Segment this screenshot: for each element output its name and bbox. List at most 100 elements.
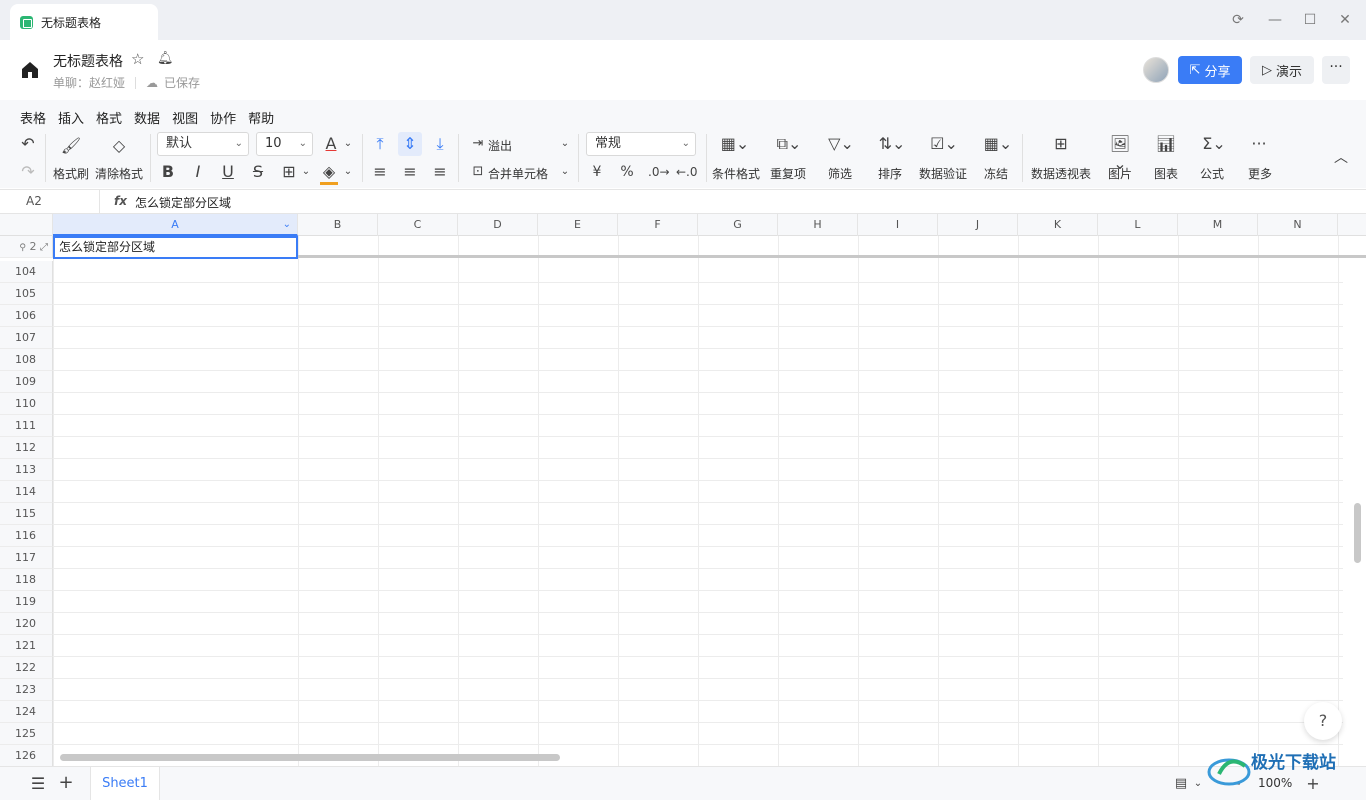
image-label[interactable]: 图片: [1100, 165, 1140, 182]
row-header[interactable]: 125: [0, 723, 53, 745]
row-header[interactable]: 118: [0, 569, 53, 591]
share-button[interactable]: ⇱ 分享: [1178, 56, 1242, 84]
align-right-icon[interactable]: ≡: [430, 162, 450, 182]
select-all-corner[interactable]: [0, 214, 53, 236]
sort-label[interactable]: 排序: [870, 165, 910, 182]
close-icon[interactable]: ✕: [1336, 11, 1354, 29]
document-title[interactable]: 无标题表格: [53, 51, 123, 71]
formula-label[interactable]: 公式: [1192, 165, 1232, 182]
currency-button[interactable]: ¥: [588, 162, 606, 182]
column-header[interactable]: F: [618, 214, 698, 236]
pin-icon[interactable]: ⚲: [19, 243, 26, 253]
merge-icon[interactable]: ⊡: [469, 162, 487, 182]
chat-label[interactable]: 单聊：赵红娅: [53, 74, 125, 91]
percent-button[interactable]: %: [618, 162, 636, 182]
row-header[interactable]: 120: [0, 613, 53, 635]
column-header[interactable]: N: [1258, 214, 1338, 236]
collapse-toolbar-icon[interactable]: ︿: [1332, 148, 1350, 168]
more-button[interactable]: ···: [1322, 56, 1350, 84]
italic-button[interactable]: I: [190, 162, 206, 182]
menu-table[interactable]: 表格: [20, 108, 46, 127]
align-middle-icon[interactable]: ⇕: [398, 132, 422, 156]
column-header[interactable]: B: [298, 214, 378, 236]
table-row[interactable]: [53, 371, 1343, 393]
column-header[interactable]: E: [538, 214, 618, 236]
maximize-icon[interactable]: ☐: [1301, 11, 1319, 29]
align-top-icon[interactable]: ⤒: [370, 134, 390, 154]
sync-icon[interactable]: ⟳: [1229, 11, 1247, 29]
more-label[interactable]: 更多: [1240, 165, 1280, 182]
chevron-down-icon[interactable]: ⌄: [558, 134, 572, 154]
decrease-decimal-icon[interactable]: ←.0: [676, 162, 698, 182]
table-row[interactable]: [53, 547, 1343, 569]
table-row[interactable]: [53, 525, 1343, 547]
freeze-icon[interactable]: ▦⌄: [982, 134, 1014, 154]
bell-icon[interactable]: 🔔︎: [157, 51, 174, 66]
overflow-icon[interactable]: ⇥: [469, 134, 487, 154]
table-row[interactable]: [53, 635, 1343, 657]
chart-icon[interactable]: 📊︎: [1154, 134, 1178, 154]
column-header[interactable]: I: [858, 214, 938, 236]
font-color-icon[interactable]: A: [322, 134, 340, 154]
row-header[interactable]: 124: [0, 701, 53, 723]
align-center-icon[interactable]: ≡: [400, 162, 420, 182]
font-select[interactable]: 默认 ⌄: [157, 132, 249, 156]
menu-data[interactable]: 数据: [134, 108, 160, 127]
table-row[interactable]: [53, 481, 1343, 503]
row-header[interactable]: 121: [0, 635, 53, 657]
border-icon[interactable]: ⊞: [280, 162, 298, 182]
table-row[interactable]: [53, 393, 1343, 415]
row-header[interactable]: 104: [0, 261, 53, 283]
table-row[interactable]: [53, 569, 1343, 591]
format-painter-label[interactable]: 格式刷: [52, 165, 90, 182]
chart-label[interactable]: 图表: [1146, 165, 1186, 182]
sort-icon[interactable]: ⇅⌄: [876, 134, 908, 154]
freeze-label[interactable]: 冻结: [976, 165, 1016, 182]
row-header[interactable]: 106: [0, 305, 53, 327]
row-header[interactable]: 113: [0, 459, 53, 481]
table-row[interactable]: [53, 613, 1343, 635]
increase-decimal-icon[interactable]: .0→: [648, 162, 670, 182]
view-mode-icon[interactable]: ▤: [1172, 774, 1190, 794]
column-header[interactable]: C: [378, 214, 458, 236]
sheet-tab[interactable]: Sheet1: [90, 767, 160, 800]
row-header[interactable]: 119: [0, 591, 53, 613]
chevron-down-icon[interactable]: ⌄: [342, 134, 354, 154]
column-header[interactable]: J: [938, 214, 1018, 236]
more-icon[interactable]: ···: [1248, 134, 1270, 154]
column-header[interactable]: M: [1178, 214, 1258, 236]
fill-color-icon[interactable]: ◈: [320, 162, 338, 185]
strikethrough-button[interactable]: S: [250, 162, 266, 182]
row-header[interactable]: 115: [0, 503, 53, 525]
pivot-icon[interactable]: ⊞: [1050, 134, 1072, 154]
column-header[interactable]: G: [698, 214, 778, 236]
table-row[interactable]: [53, 349, 1343, 371]
row-header[interactable]: 117: [0, 547, 53, 569]
cell-reference[interactable]: A2: [0, 190, 100, 213]
table-row[interactable]: [53, 503, 1343, 525]
clear-format-label[interactable]: 清除格式: [94, 165, 144, 182]
menu-view[interactable]: 视图: [172, 108, 198, 127]
validation-label[interactable]: 数据验证: [916, 165, 970, 182]
underline-button[interactable]: U: [220, 162, 236, 182]
table-row[interactable]: [53, 679, 1343, 701]
present-button[interactable]: ▷ 演示: [1250, 56, 1314, 84]
column-header-A[interactable]: A ⌄: [53, 214, 298, 236]
row-header[interactable]: 109: [0, 371, 53, 393]
vertical-scrollbar[interactable]: [1354, 503, 1361, 563]
table-row[interactable]: [53, 657, 1343, 679]
avatar[interactable]: [1143, 57, 1169, 83]
table-row[interactable]: [53, 701, 1343, 723]
table-row[interactable]: [53, 591, 1343, 613]
table-row[interactable]: [53, 283, 1343, 305]
column-header[interactable]: H: [778, 214, 858, 236]
align-left-icon[interactable]: ≡: [370, 162, 390, 182]
row-header[interactable]: 123: [0, 679, 53, 701]
duplicate-icon[interactable]: ⧉⌄: [774, 134, 804, 154]
menu-collab[interactable]: 协作: [210, 108, 236, 127]
row-header[interactable]: 114: [0, 481, 53, 503]
row-header[interactable]: 110: [0, 393, 53, 415]
document-tab[interactable]: 无标题表格: [10, 4, 158, 40]
align-bottom-icon[interactable]: ⤓: [430, 134, 450, 154]
chevron-down-icon[interactable]: ⌄: [283, 214, 291, 236]
